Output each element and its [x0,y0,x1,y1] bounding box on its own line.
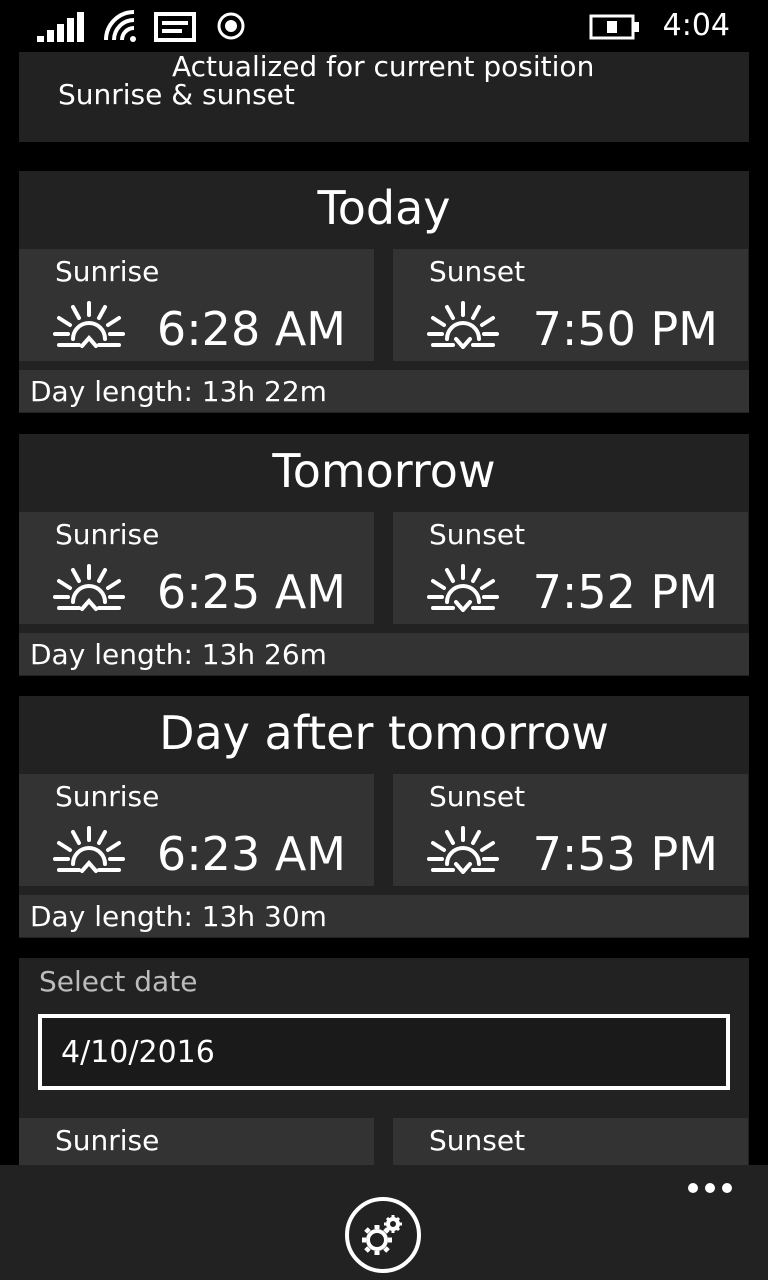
sunrise-icon [53,301,125,348]
sunset-time: 7:53 PM [532,827,718,881]
day-length: Day length: 13h 22m [19,370,749,412]
sunrise-icon [53,564,125,611]
day-title: Today [317,181,451,235]
sunrise-icon [53,826,125,873]
sunrise-label: Sunrise [55,518,160,551]
settings-gears-icon [362,1215,402,1255]
day-section-tomorrow: Tomorrow Sunrise 6:25 AM Sunset 7:52 PM … [19,434,749,676]
day-title: Day after tomorrow [159,706,609,760]
battery-charging-icon [589,14,639,40]
sunset-label: Sunset [429,518,526,551]
status-bar: 4:04 [0,0,768,52]
sunrise-card: Sunrise 6:28 AM [19,249,374,361]
message-icon [154,12,196,42]
sunrise-label: Sunrise [55,780,160,813]
day-section-day-after-tomorrow: Day after tomorrow Sunrise 6:23 AM Sunse… [19,696,749,938]
day-section-today: Today Sunrise 6:28 AM Sunset 7:50 PM Day… [19,171,749,413]
sunset-card: Sunset 7:50 PM [393,249,748,361]
day-length: Day length: 13h 26m [19,633,749,675]
wifi-icon [104,10,136,42]
day-length: Day length: 13h 30m [19,895,749,937]
signal-icon [37,12,84,42]
sunset-label: Sunset [429,1124,526,1157]
sunset-time: 7:50 PM [532,302,718,356]
sunrise-time: 6:25 AM [156,565,346,619]
app-bar [0,1165,768,1280]
sunset-icon [427,301,499,349]
sunrise-time: 6:23 AM [156,827,346,881]
sunrise-card: Sunrise 6:23 AM [19,774,374,886]
sunset-icon [427,564,499,612]
sunrise-label: Sunrise [55,255,160,288]
page-title: Sunrise & sunset [58,78,295,111]
sunset-time: 7:52 PM [532,565,718,619]
sunset-icon [427,826,499,874]
settings-button[interactable] [345,1197,421,1273]
sunset-label: Sunset [429,780,526,813]
status-clock: 4:04 [662,8,730,43]
sunrise-label: Sunrise [55,1124,160,1157]
more-ellipsis-icon[interactable] [688,1183,732,1193]
select-date-label: Select date [39,965,198,998]
header-panel: Actualized for current position Sunrise … [19,52,749,142]
date-input[interactable] [38,1014,730,1090]
sunrise-card: Sunrise 6:25 AM [19,512,374,624]
sunset-card: Sunset 7:52 PM [393,512,748,624]
sunrise-time: 6:28 AM [156,302,346,356]
location-icon [217,12,245,40]
sunset-label: Sunset [429,255,526,288]
sunset-card: Sunset 7:53 PM [393,774,748,886]
day-title: Tomorrow [272,444,496,498]
